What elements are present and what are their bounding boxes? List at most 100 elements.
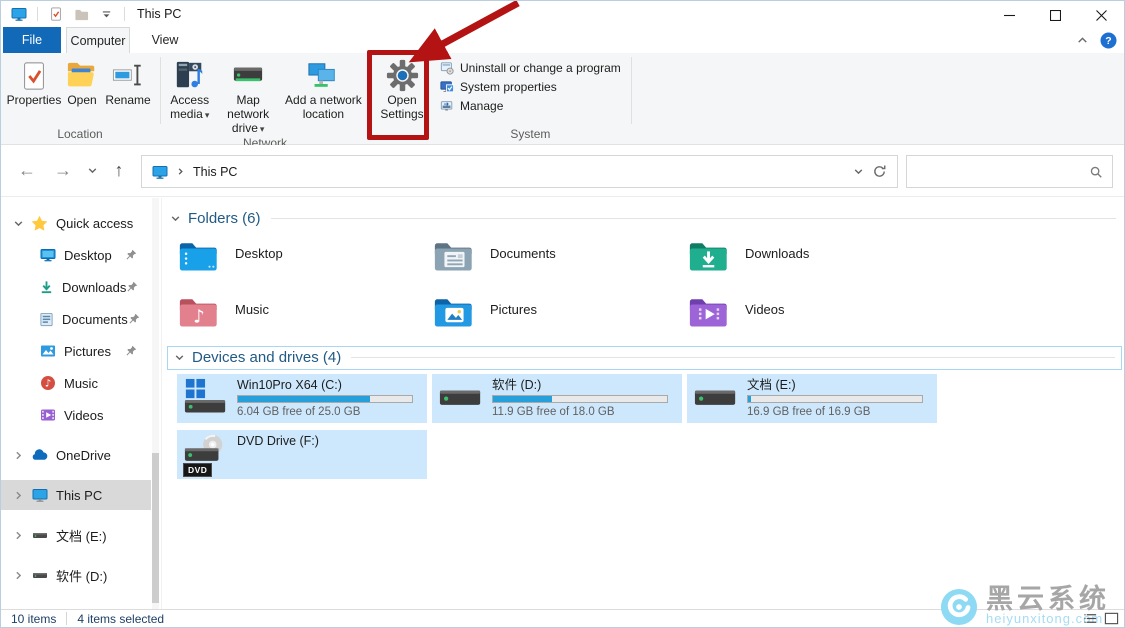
folders-grid: Desktop Documents Downloads ♪ Music Pictures V…: [177, 236, 942, 348]
dropdown-icon: ▾: [204, 110, 210, 120]
sidebar-item-this-pc[interactable]: This PC: [1, 480, 151, 510]
pin-icon: [128, 313, 140, 325]
sidebar-item-downloads[interactable]: Downloads: [1, 272, 151, 302]
chevron-right-icon[interactable]: [11, 570, 25, 581]
collapse-ribbon-icon[interactable]: [1076, 34, 1089, 47]
sidebar-item-pictures[interactable]: Pictures: [1, 336, 151, 366]
maximize-button[interactable]: [1032, 1, 1078, 29]
drive-tile-d[interactable]: 软件 (D:) 11.9 GB free of 18.0 GB: [432, 374, 682, 423]
search-icon[interactable]: [1089, 165, 1103, 179]
ribbon-button-manage[interactable]: Manage: [440, 98, 621, 114]
folder-music-icon: ♪: [177, 294, 223, 330]
open-button[interactable]: Open: [63, 53, 101, 107]
chevron-right-icon[interactable]: [11, 530, 25, 541]
sidebar-item-onedrive[interactable]: OneDrive: [1, 440, 151, 470]
help-icon[interactable]: ?: [1100, 32, 1117, 49]
breadcrumb-chevron-icon[interactable]: [176, 167, 185, 176]
tab-computer[interactable]: Computer: [66, 27, 130, 53]
address-dropdown-icon[interactable]: [853, 166, 864, 177]
drive-tile-e[interactable]: 文档 (E:) 16.9 GB free of 16.9 GB: [687, 374, 937, 423]
sidebar-item-desktop[interactable]: Desktop: [1, 240, 151, 270]
sidebar-item-music[interactable]: ♪ Music: [1, 368, 151, 398]
properties-icon: [19, 58, 49, 93]
sidebar-item-label: Pictures: [64, 343, 111, 359]
open-folder-icon: [66, 58, 98, 93]
refresh-icon[interactable]: [872, 164, 887, 179]
tab-view[interactable]: View: [140, 27, 190, 53]
gear-icon: [386, 58, 419, 93]
thumbnail-view-icon[interactable]: [1104, 611, 1119, 626]
sidebar-item-label: 文档 (E:): [56, 528, 107, 544]
map-network-drive-button[interactable]: Map network drive ▾: [215, 53, 282, 136]
sidebar-item-drive-d[interactable]: 软件 (D:): [1, 560, 151, 590]
tab-file[interactable]: File: [3, 27, 61, 53]
drive-free-space: 16.9 GB free of 16.9 GB: [747, 406, 871, 418]
details-view-icon[interactable]: [1083, 611, 1098, 626]
rename-icon: [112, 58, 144, 93]
ribbon-button-label: Uninstall or change a program: [460, 61, 621, 75]
open-settings-button[interactable]: Open Settings: [375, 53, 429, 121]
close-button[interactable]: [1078, 1, 1124, 29]
drive-info: 软件 (D:) 11.9 GB free of 18.0 GB: [492, 378, 676, 419]
search-input[interactable]: [907, 163, 1089, 180]
address-bar[interactable]: This PC: [141, 155, 898, 188]
folder-tile-videos[interactable]: Videos: [687, 292, 942, 348]
drive-tile-c[interactable]: Win10Pro X64 (C:) 6.04 GB free of 25.0 GB: [177, 374, 427, 423]
dvd-badge: DVD: [183, 463, 213, 477]
drive-name: 软件 (D:): [492, 378, 542, 392]
rename-button[interactable]: Rename: [101, 53, 155, 107]
drive-small-icon: [31, 527, 48, 544]
sidebar-item-label: Videos: [64, 407, 104, 423]
sidebar-item-videos[interactable]: Videos: [1, 400, 151, 430]
drives-grid: Win10Pro X64 (C:) 6.04 GB free of 25.0 GB…: [177, 374, 937, 479]
folder-tile-pictures[interactable]: Pictures: [432, 292, 687, 348]
recent-locations-icon[interactable]: [83, 145, 101, 196]
sidebar-item-documents[interactable]: Documents: [1, 304, 151, 334]
qat-customize-icon[interactable]: [96, 3, 116, 25]
folder-tile-documents[interactable]: Documents: [432, 236, 687, 292]
back-button[interactable]: ←: [13, 145, 41, 196]
ribbon-button-label: System properties: [460, 80, 557, 94]
minimize-button[interactable]: [986, 1, 1032, 29]
sidebar-item-label: Quick access: [56, 215, 134, 231]
ribbon-group-location: Properties Open Rename Location: [4, 53, 156, 144]
sysprops-icon: [440, 80, 454, 94]
pictures-icon: [39, 343, 56, 360]
drive-free-space: 11.9 GB free of 18.0 GB: [492, 406, 615, 418]
folder-tile-music[interactable]: ♪ Music: [177, 292, 432, 348]
drive-usage-fill: [748, 396, 752, 402]
chevron-right-icon[interactable]: [11, 490, 25, 501]
sidebar-scrollbar-thumb[interactable]: [152, 453, 159, 603]
up-button[interactable]: ↑: [105, 145, 133, 196]
add-network-location-icon: [307, 58, 339, 93]
navigation-pane: Quick access Desktop Downloads Documents Pic…: [1, 198, 161, 611]
folder-tile-desktop[interactable]: Desktop: [177, 236, 432, 292]
chevron-down-icon[interactable]: [11, 218, 25, 229]
star-icon: [31, 215, 48, 232]
svg-text:?: ?: [1105, 35, 1111, 47]
view-toggles: [1083, 611, 1119, 626]
access-media-button[interactable]: Access media ▾: [165, 53, 215, 122]
sidebar-item-drive-e[interactable]: 文档 (E:): [1, 520, 151, 550]
ribbon-group-settings: Open Settings: [374, 53, 430, 144]
folder-tile-downloads[interactable]: Downloads: [687, 236, 942, 292]
ribbon-corner-controls: ?: [1076, 32, 1117, 49]
folder-videos-icon: [687, 294, 733, 330]
properties-button[interactable]: Properties: [5, 53, 63, 107]
chevron-right-icon[interactable]: [11, 450, 25, 461]
ribbon-group-system: Uninstall or change a program System prop…: [434, 53, 627, 144]
folder-label: Downloads: [745, 246, 810, 261]
qat-new-folder-icon[interactable]: [71, 3, 91, 25]
divider: [270, 218, 1116, 219]
collapse-group-icon[interactable]: [174, 352, 185, 363]
sidebar-item-quick-access[interactable]: Quick access: [1, 208, 151, 238]
onedrive-icon: [31, 447, 48, 464]
drive-tile-f[interactable]: DVD DVD Drive (F:): [177, 430, 427, 479]
forward-button[interactable]: →: [49, 145, 77, 196]
breadcrumb[interactable]: This PC: [193, 165, 237, 179]
ribbon-button-uninstall[interactable]: Uninstall or change a program: [440, 60, 621, 76]
collapse-group-icon[interactable]: [170, 213, 181, 224]
ribbon-button-sysprops[interactable]: System properties: [440, 79, 621, 95]
qat-properties-icon[interactable]: [46, 3, 66, 25]
add-network-location-button[interactable]: Add a network location: [282, 53, 365, 121]
